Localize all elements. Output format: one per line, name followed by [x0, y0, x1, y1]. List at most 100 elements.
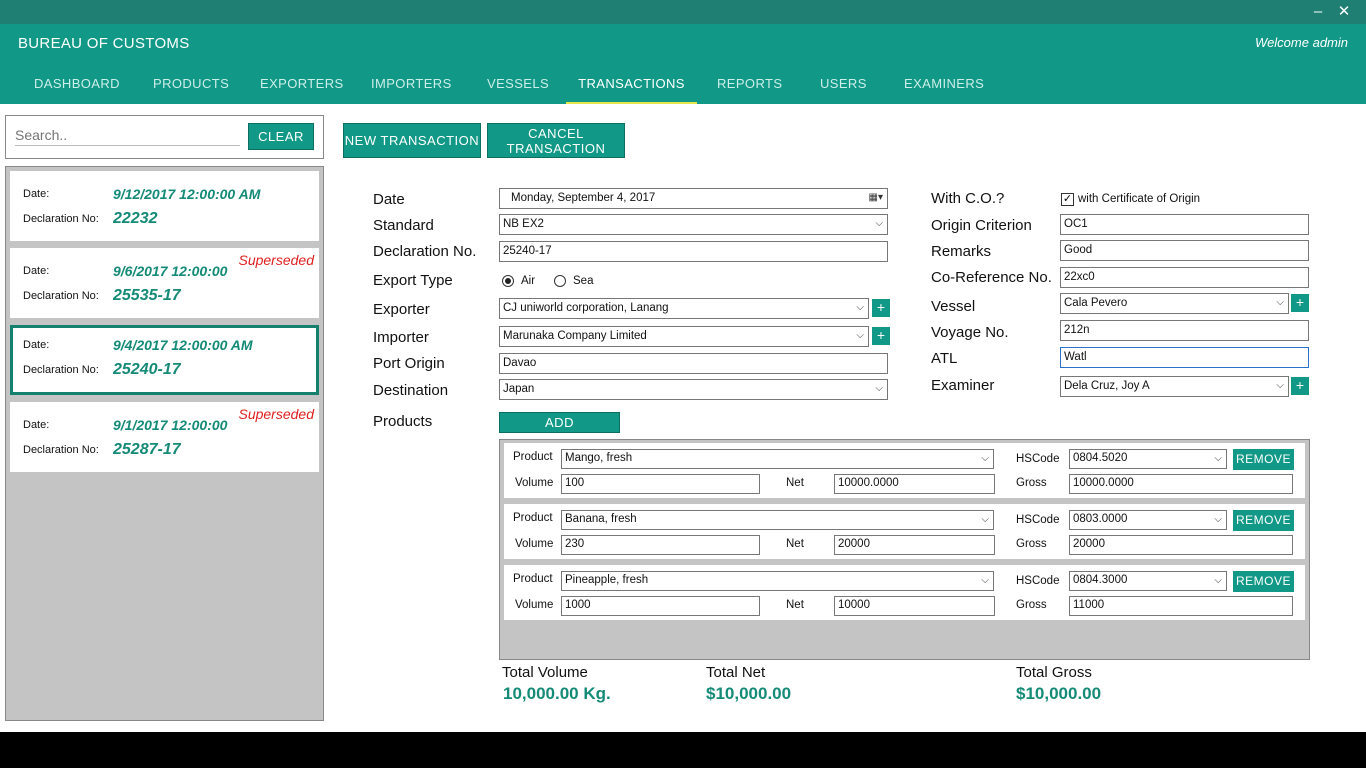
nav-examiners[interactable]: EXAMINERS	[904, 76, 984, 104]
export-air-radio[interactable]	[502, 275, 514, 287]
volume-input[interactable]: 100	[561, 474, 760, 494]
add-vessel-button[interactable]: +	[1291, 294, 1309, 312]
product-row: Product Mango, fresh ⌵ HSCode 0804.5020 ⌵ …	[504, 443, 1305, 498]
origin-criterion-input[interactable]: OC1	[1060, 214, 1309, 235]
remarks-input[interactable]: Good	[1060, 240, 1309, 261]
atl-input[interactable]: Watl	[1060, 347, 1309, 368]
title-bar: – ✕	[0, 0, 1366, 24]
declaration-label: Declaration No:	[23, 290, 99, 302]
nav-users[interactable]: USERS	[820, 76, 867, 104]
total-gross-value: $10,000.00	[1016, 684, 1102, 703]
export-type-label: Export Type	[373, 272, 453, 289]
hscode-value: 0803.0000	[1073, 513, 1128, 525]
transaction-card-selected[interactable]: Date: 9/4/2017 12:00:00 AM Declaration N…	[10, 325, 319, 395]
destination-select[interactable]: Japan ⌵	[499, 379, 888, 400]
importer-select[interactable]: Marunaka Company Limited ⌵	[499, 326, 869, 347]
volume-input[interactable]: 1000	[561, 596, 760, 616]
with-co-checkbox[interactable]: ✓	[1061, 193, 1074, 206]
add-importer-button[interactable]: +	[872, 327, 890, 345]
product-select[interactable]: Pineapple, fresh ⌵	[561, 571, 994, 591]
date-label: Date:	[23, 339, 50, 351]
nav-importers[interactable]: IMPORTERS	[371, 76, 452, 104]
nav-transactions[interactable]: TRANSACTIONS	[566, 76, 697, 104]
chevron-down-icon: ⌵	[1214, 575, 1222, 586]
hscode-select[interactable]: 0803.0000 ⌵	[1069, 510, 1227, 530]
voyage-input[interactable]: 212n	[1060, 320, 1309, 341]
remove-product-button[interactable]: REMOVE	[1233, 510, 1294, 531]
nav-products[interactable]: PRODUCTS	[153, 76, 229, 104]
product-value: Banana, fresh	[565, 513, 637, 525]
remarks-label: Remarks	[931, 243, 992, 260]
chevron-down-icon: ⌵	[981, 514, 989, 525]
declaration-label: Declaration No:	[23, 213, 99, 225]
product-select[interactable]: Mango, fresh ⌵	[561, 449, 994, 469]
hscode-label: HSCode	[1016, 514, 1060, 526]
exporter-select[interactable]: CJ uniworld corporation, Lanang ⌵	[499, 298, 869, 319]
hscode-select[interactable]: 0804.3000 ⌵	[1069, 571, 1227, 591]
calendar-icon[interactable]: ▦▾	[869, 192, 883, 203]
chevron-down-icon: ⌵	[856, 302, 864, 313]
new-transaction-button[interactable]: NEW TRANSACTION	[343, 123, 481, 158]
product-select[interactable]: Banana, fresh ⌵	[561, 510, 994, 530]
cancel-transaction-button[interactable]: CANCEL TRANSACTION	[487, 123, 625, 158]
date-value: , September 4, 2017	[551, 192, 656, 204]
declaration-input[interactable]: 25240-17	[499, 241, 888, 262]
co-reference-input[interactable]: 22xc0	[1060, 267, 1309, 288]
volume-label: Volume	[515, 599, 554, 611]
port-origin-input[interactable]: Davao	[499, 353, 888, 374]
hscode-value: 0804.5020	[1073, 452, 1128, 464]
net-label: Net	[786, 538, 804, 550]
remove-product-button[interactable]: REMOVE	[1233, 571, 1294, 592]
gross-label: Gross	[1016, 477, 1047, 489]
gross-input[interactable]: 10000.0000	[1069, 474, 1293, 494]
hscode-select[interactable]: 0804.5020 ⌵	[1069, 449, 1227, 469]
cancel-transaction-line1: CANCEL	[528, 126, 584, 141]
product-value: Pineapple, fresh	[565, 574, 649, 586]
nav-vessels[interactable]: VESSELS	[487, 76, 549, 104]
transaction-card[interactable]: Date: 9/12/2017 12:00:00 AM Declaration …	[10, 171, 319, 241]
examiner-label: Examiner	[931, 377, 995, 394]
add-exporter-button[interactable]: +	[872, 299, 890, 317]
chevron-down-icon: ⌵	[1276, 297, 1284, 308]
products-list: Product Mango, fresh ⌵ HSCode 0804.5020 ⌵ …	[499, 439, 1310, 660]
standard-label: Standard	[373, 217, 434, 234]
standard-select[interactable]: NB EX2 ⌵	[499, 214, 888, 235]
transaction-date: 9/1/2017 12:00:00 AM	[113, 417, 229, 433]
product-row: Product Pineapple, fresh ⌵ HSCode 0804.30…	[504, 565, 1305, 620]
date-day: Monday	[511, 192, 552, 204]
gross-input[interactable]: 20000	[1069, 535, 1293, 555]
search-panel: CLEAR	[5, 115, 324, 159]
superseded-badge: Superseded	[236, 252, 314, 268]
clear-button[interactable]: CLEAR	[248, 123, 314, 150]
export-sea-radio[interactable]	[554, 275, 566, 287]
search-input[interactable]	[15, 124, 240, 146]
add-product-button[interactable]: ADD	[499, 412, 620, 433]
product-label: Product	[513, 451, 553, 463]
net-input[interactable]: 20000	[834, 535, 995, 555]
cancel-transaction-line2: TRANSACTION	[506, 141, 606, 156]
chevron-down-icon: ⌵	[981, 575, 989, 586]
transaction-card[interactable]: Date: 9/6/2017 12:00:00 AM Declaration N…	[10, 248, 319, 318]
date-picker[interactable]: Monday, September 4, 2017 ▦▾	[499, 188, 888, 209]
declaration-number: 25240-17	[113, 361, 181, 378]
examiner-select[interactable]: Dela Cruz, Joy A ⌵	[1060, 376, 1289, 397]
remove-product-button[interactable]: REMOVE	[1233, 449, 1294, 470]
net-input[interactable]: 10000.0000	[834, 474, 995, 494]
net-input[interactable]: 10000	[834, 596, 995, 616]
close-button[interactable]: ✕	[1334, 2, 1354, 22]
chevron-down-icon: ⌵	[856, 330, 864, 341]
origin-criterion-label: Origin Criterion	[931, 217, 1032, 234]
importer-value: Marunaka Company Limited	[503, 330, 647, 342]
transaction-card[interactable]: Date: 9/1/2017 12:00:00 AM Declaration N…	[10, 402, 319, 472]
volume-input[interactable]: 230	[561, 535, 760, 555]
vessel-select[interactable]: Cala Pevero ⌵	[1060, 293, 1289, 314]
gross-input[interactable]: 11000	[1069, 596, 1293, 616]
minimize-button[interactable]: –	[1308, 2, 1328, 22]
add-examiner-button[interactable]: +	[1291, 377, 1309, 395]
chevron-down-icon: ⌵	[1214, 453, 1222, 464]
nav-exporters[interactable]: EXPORTERS	[260, 76, 344, 104]
total-net-label: Total Net	[706, 664, 766, 681]
nav-dashboard[interactable]: DASHBOARD	[34, 76, 120, 104]
volume-label: Volume	[515, 538, 554, 550]
nav-reports[interactable]: REPORTS	[717, 76, 782, 104]
